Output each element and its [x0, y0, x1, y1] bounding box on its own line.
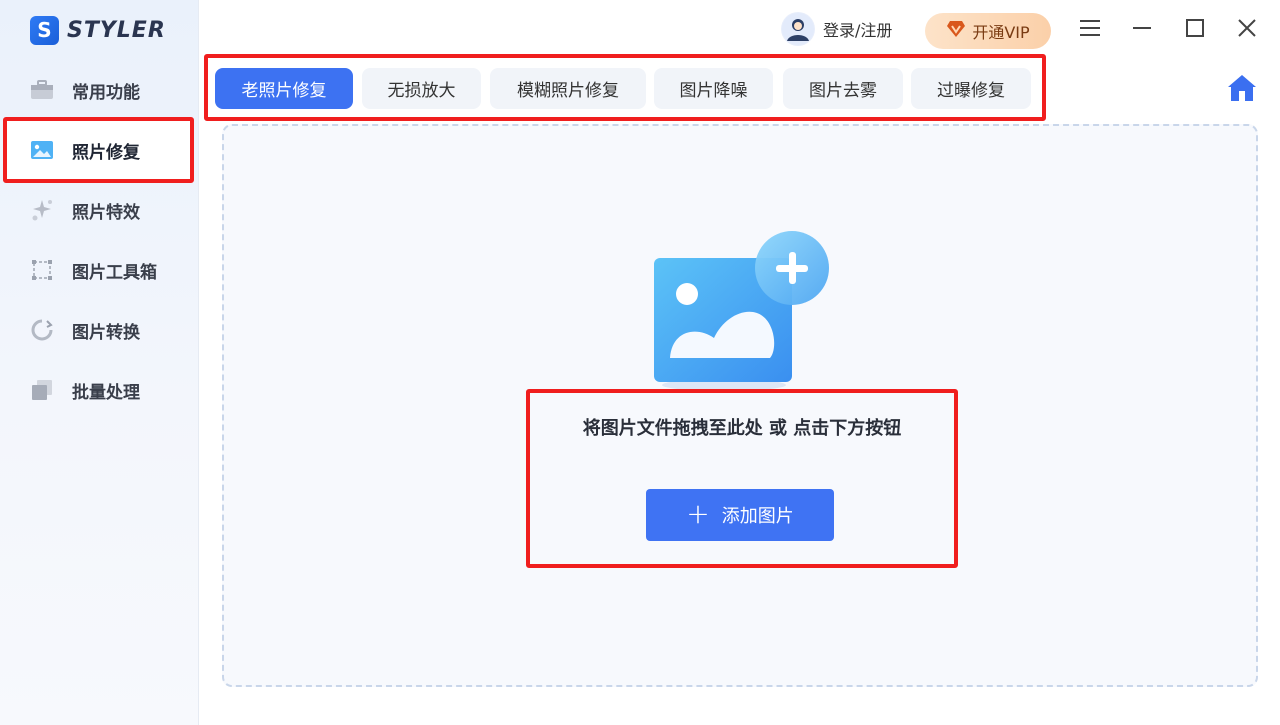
add-image-label: 添加图片: [721, 506, 794, 527]
sidebar-item-label: 批量处理: [72, 382, 140, 403]
close-icon: [1238, 19, 1256, 41]
sidebar-item-convert[interactable]: 图片转换: [30, 310, 190, 350]
sidebar-item-photo-repair[interactable]: 照片修复: [30, 130, 190, 170]
home-button[interactable]: [1227, 74, 1257, 102]
hamburger-icon: [1080, 19, 1100, 41]
sidebar-item-common[interactable]: 常用功能: [30, 70, 190, 110]
menu-button[interactable]: [1078, 18, 1102, 42]
minimize-button[interactable]: [1130, 18, 1154, 42]
tab-lossless-upscale[interactable]: 无损放大: [362, 68, 481, 109]
toolbox-icon: [30, 78, 54, 102]
crop-frame-icon: [30, 258, 54, 282]
sidebar-item-label: 照片特效: [72, 202, 140, 223]
batch-icon: [30, 378, 54, 402]
app-logo: S STYLER: [30, 15, 166, 45]
diamond-icon: [946, 20, 966, 42]
sidebar-item-label: 照片修复: [72, 142, 140, 163]
maximize-icon: [1186, 19, 1204, 41]
login-label: 登录/注册: [823, 21, 893, 40]
app-name: STYLER: [67, 17, 166, 43]
sidebar-item-batch[interactable]: 批量处理: [30, 370, 190, 410]
convert-icon: [30, 318, 54, 342]
tab-old-photo-repair[interactable]: 老照片修复: [215, 68, 353, 109]
sidebar-item-effects[interactable]: 照片特效: [30, 190, 190, 230]
drop-hint: 将图片文件拖拽至此处 或 点击下方按钮: [582, 418, 902, 439]
home-icon: [1227, 75, 1257, 106]
login-button[interactable]: 登录/注册: [781, 12, 892, 46]
tab-overexposure-repair[interactable]: 过曝修复: [911, 68, 1031, 109]
add-image-button[interactable]: + 添加图片: [646, 489, 834, 541]
logo-mark-icon: S: [30, 15, 59, 45]
tab-dehaze[interactable]: 图片去雾: [783, 68, 903, 109]
vip-button[interactable]: 开通VIP: [925, 13, 1051, 49]
image-upload-illustration-icon: [652, 230, 836, 395]
vip-label: 开通VIP: [972, 23, 1030, 42]
tab-blur-repair[interactable]: 模糊照片修复: [490, 68, 646, 109]
sidebar-item-label: 图片转换: [72, 322, 140, 343]
close-button[interactable]: [1235, 18, 1259, 42]
sidebar-item-label: 常用功能: [72, 82, 140, 103]
sidebar-item-toolbox[interactable]: 图片工具箱: [30, 250, 190, 290]
sparkle-icon: [30, 198, 54, 222]
maximize-button[interactable]: [1183, 18, 1207, 42]
top-bar: 登录/注册 开通VIP: [199, 0, 1280, 60]
plus-icon: +: [686, 496, 710, 530]
sidebar-item-label: 图片工具箱: [72, 262, 157, 283]
sidebar: S STYLER 常用功能 照片修复 照片特效 图片工具箱 图片转换 批量处理: [0, 0, 199, 725]
user-avatar-icon: [781, 12, 815, 46]
tab-denoise[interactable]: 图片降噪: [654, 68, 773, 109]
minimize-icon: [1133, 19, 1151, 41]
photo-icon: [30, 138, 54, 162]
